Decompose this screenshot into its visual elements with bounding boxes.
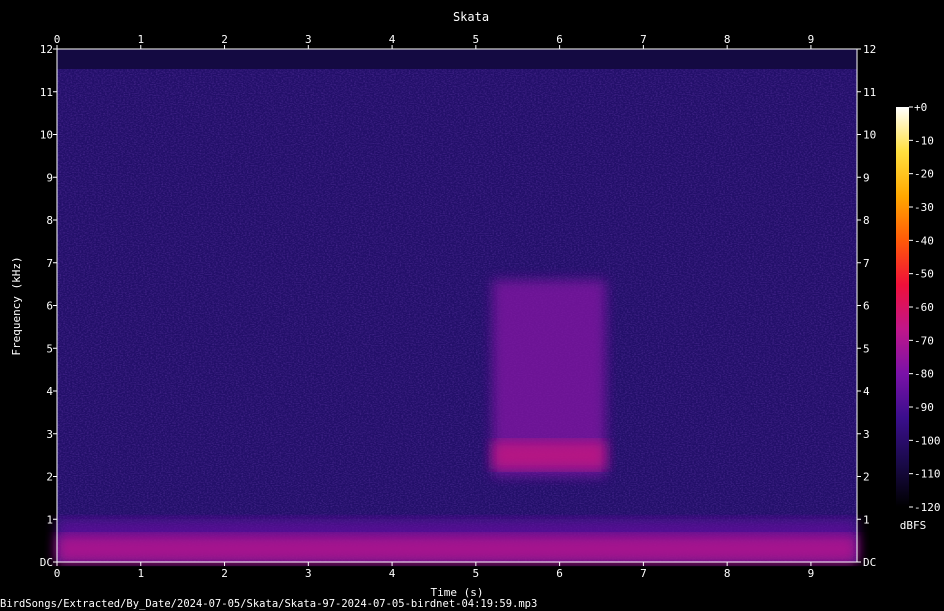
x-tick-label-bottom-1: 1	[137, 567, 144, 580]
y-tick-label-left-6: 6	[46, 300, 53, 313]
x-tick-label-bottom-2: 2	[221, 567, 228, 580]
spectrogram-figure: Skata 0123456789 0123456789 DC1234567891…	[0, 10, 941, 610]
y-tick-label-right-7: 7	[863, 257, 870, 270]
x-tick-label-bottom-5: 5	[473, 567, 480, 580]
colorbar-tick-label-9: -90	[914, 401, 934, 414]
y-tick-label-right-11: 11	[863, 86, 876, 99]
y-tick-label-left-1: 1	[46, 513, 53, 526]
x-tick-label-top-9: 9	[808, 33, 815, 46]
x-tick-label-top-0: 0	[54, 33, 61, 46]
noise-texture	[57, 69, 857, 562]
x-tick-label-bottom-8: 8	[724, 567, 731, 580]
y-axis-left: DC123456789101112	[40, 43, 57, 569]
colorbar: +0 -10 -20 -30 -40 -50 -60 -70 -80 -90 -100 -110 -12…	[896, 101, 941, 532]
y-tick-label-right-10: 10	[863, 129, 876, 142]
x-tick-label-bottom-0: 0	[54, 567, 61, 580]
x-tick-label-bottom-6: 6	[556, 567, 563, 580]
colorbar-tick-label-5: -50	[914, 268, 934, 281]
colorbar-tick-label-2: -20	[914, 168, 934, 181]
x-tick-label-top-6: 6	[556, 33, 563, 46]
y-tick-label-right-2: 2	[863, 471, 870, 484]
y-tick-label-left-11: 11	[40, 86, 53, 99]
x-tick-label-bottom-4: 4	[389, 567, 396, 580]
y-tick-label-left-4: 4	[46, 385, 53, 398]
colorbar-tick-label-11: -110	[914, 468, 941, 481]
y-tick-label-left-7: 7	[46, 257, 53, 270]
colorbar-tick-label-0: +0	[914, 101, 927, 114]
x-tick-label-bottom-7: 7	[640, 567, 647, 580]
event-peak-1	[57, 535, 857, 564]
y-tick-label-left-3: 3	[46, 428, 53, 441]
y-tick-label-right-12: 12	[863, 43, 876, 56]
x-tick-label-top-5: 5	[473, 33, 480, 46]
x-tick-label-top-4: 4	[389, 33, 396, 46]
y-tick-label-left-5: 5	[46, 342, 53, 355]
y-tick-label-right-4: 4	[863, 385, 870, 398]
y-tick-label-right-1: 1	[863, 513, 870, 526]
x-axis-bottom: 0 1 2 3 4 5 6 7 8 9	[54, 562, 815, 580]
colorbar-tick-label-6: -60	[914, 301, 934, 314]
colorbar-gradient	[896, 107, 909, 507]
y-tick-label-left-2: 2	[46, 471, 53, 484]
colorbar-tick-label-10: -100	[914, 434, 941, 447]
colorbar-tick-label-1: -10	[914, 134, 934, 147]
y-axis-right: DC123456789101112	[857, 43, 876, 569]
y-tick-label-right-3: 3	[863, 428, 870, 441]
y-tick-label-right-0: DC	[863, 556, 876, 569]
y-tick-label-right-8: 8	[863, 214, 870, 227]
colorbar-tick-label-3: -30	[914, 201, 934, 214]
x-tick-label-top-3: 3	[305, 33, 312, 46]
colorbar-tick-label-12: -120	[914, 501, 941, 514]
x-tick-label-top-1: 1	[137, 33, 144, 46]
colorbar-ticks: +0 -10 -20 -30 -40 -50 -60 -70 -80 -90 -100 -110 -12…	[909, 101, 941, 514]
y-tick-label-left-12: 12	[40, 43, 53, 56]
colorbar-tick-label-7: -70	[914, 334, 934, 347]
x-tick-label-top-2: 2	[221, 33, 228, 46]
x-tick-label-bottom-3: 3	[305, 567, 312, 580]
chart-title: Skata	[453, 10, 489, 24]
y-tick-label-left-10: 10	[40, 129, 53, 142]
y-tick-label-left-9: 9	[46, 171, 53, 184]
x-tick-label-bottom-9: 9	[808, 567, 815, 580]
colorbar-tick-label-4: -40	[914, 234, 934, 247]
x-tick-label-top-7: 7	[640, 33, 647, 46]
y-tick-label-right-9: 9	[863, 171, 870, 184]
y-tick-label-right-6: 6	[863, 300, 870, 313]
event-peak-0	[492, 441, 606, 470]
colorbar-label: dBFS	[900, 519, 927, 532]
x-axis-top: 0 1 2 3 4 5 6 7 8 9	[54, 33, 815, 49]
y-tick-label-right-5: 5	[863, 342, 870, 355]
file-path-caption: BirdSongs/Extracted/By_Date/2024-07-05/S…	[0, 598, 537, 610]
y-tick-label-left-8: 8	[46, 214, 53, 227]
y-axis-label: Frequency (kHz)	[10, 256, 23, 355]
colorbar-tick-label-8: -80	[914, 368, 934, 381]
plot-area	[56, 48, 858, 564]
x-tick-label-top-8: 8	[724, 33, 731, 46]
y-tick-label-left-0: DC	[40, 556, 53, 569]
